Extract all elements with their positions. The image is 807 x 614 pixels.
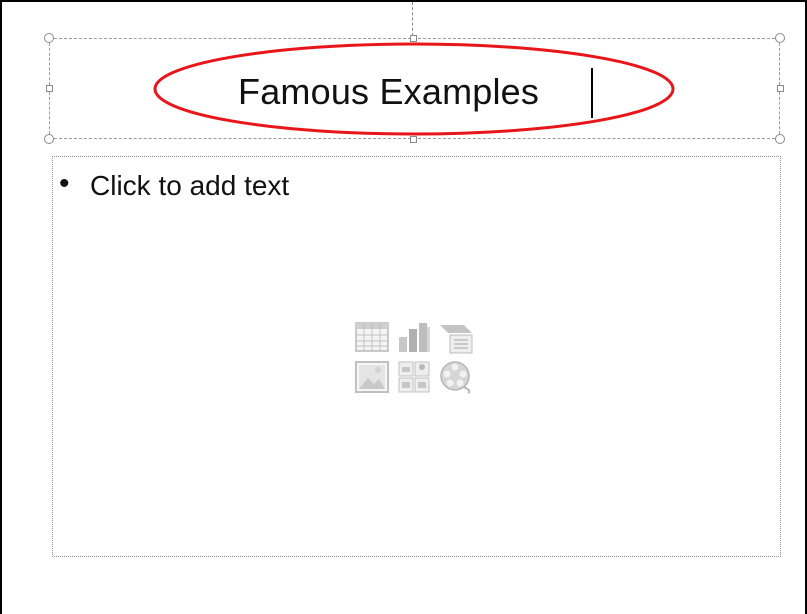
slide-canvas[interactable]: Famous Examples • Click to add text xyxy=(0,0,807,614)
content-placeholder[interactable] xyxy=(52,156,781,557)
text-cursor xyxy=(591,68,593,118)
slide-title[interactable]: Famous Examples xyxy=(238,71,539,113)
resize-handle-bottom-right[interactable] xyxy=(775,134,785,144)
resize-handle-top-left[interactable] xyxy=(44,33,54,43)
resize-handle-right[interactable] xyxy=(777,85,784,92)
body-placeholder-text[interactable]: Click to add text xyxy=(90,170,289,202)
picture-icon[interactable] xyxy=(354,359,390,395)
media-clip-icon[interactable] xyxy=(438,359,474,395)
clip-art-icon[interactable] xyxy=(396,359,432,395)
resize-handle-top[interactable] xyxy=(410,35,417,42)
table-icon[interactable] xyxy=(354,319,390,355)
chart-icon[interactable] xyxy=(396,319,432,355)
resize-handle-bottom-left[interactable] xyxy=(44,134,54,144)
bullet-marker: • xyxy=(59,167,70,200)
resize-handle-left[interactable] xyxy=(46,85,53,92)
resize-handle-top-right[interactable] xyxy=(775,33,785,43)
resize-handle-bottom[interactable] xyxy=(410,136,417,143)
rotation-handle-line xyxy=(412,2,413,36)
smartart-icon[interactable] xyxy=(438,319,474,355)
